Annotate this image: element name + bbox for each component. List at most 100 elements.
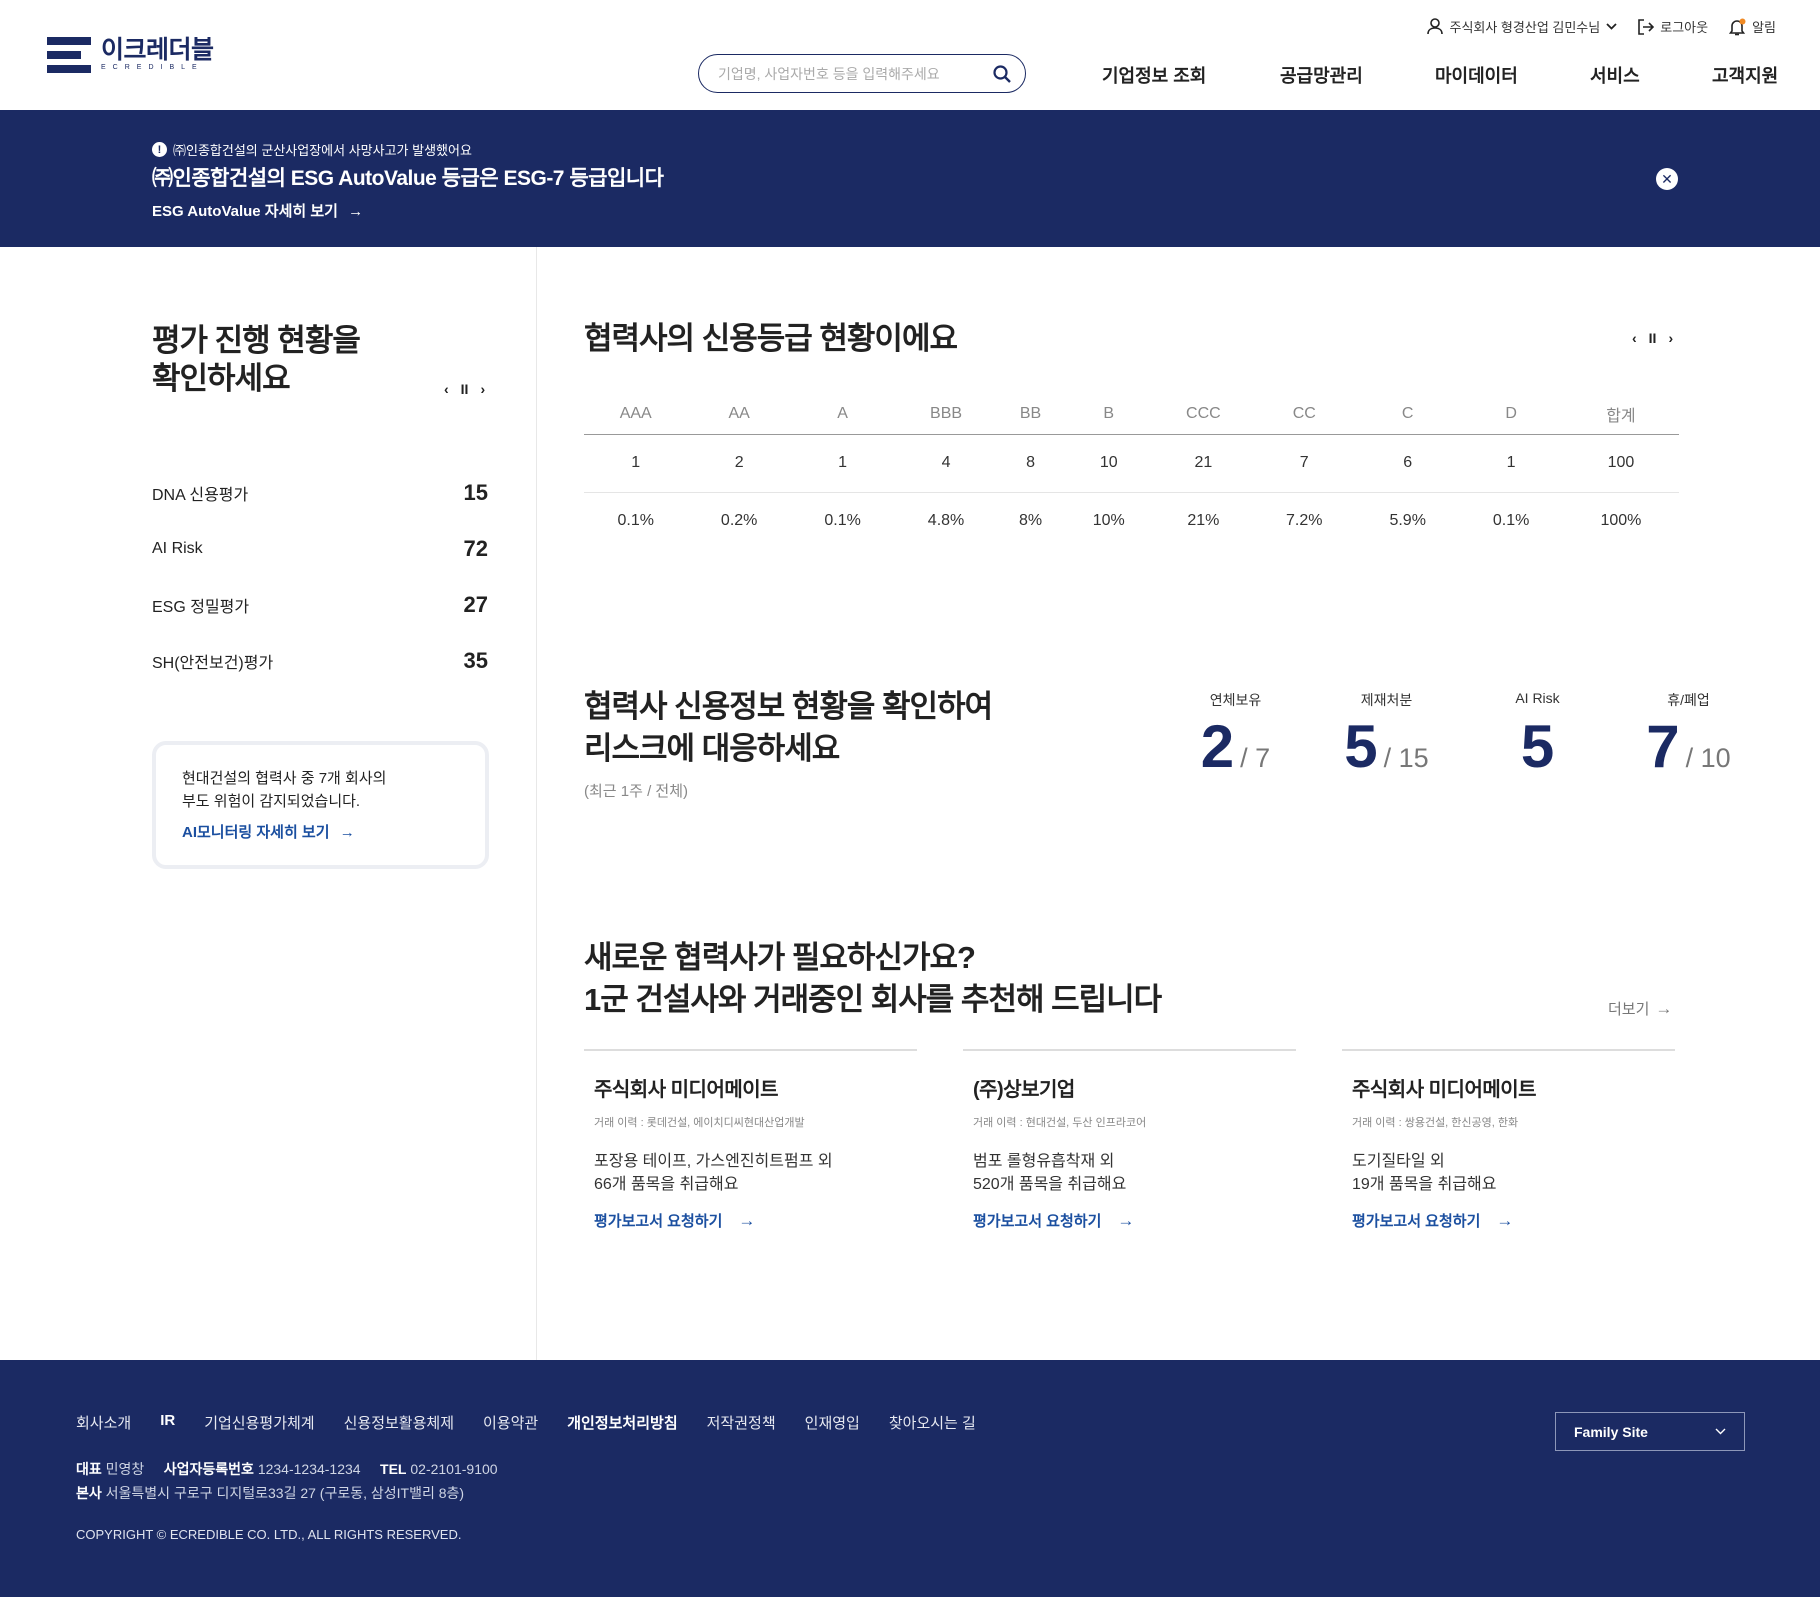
logout-button[interactable]: 로그아웃 (1637, 17, 1708, 36)
evaluation-title-line1: 평가 진행 현황을 (152, 323, 361, 358)
nav-mydata[interactable]: 마이데이터 (1435, 62, 1590, 88)
bizno-value: 1234-1234-1234 (257, 1461, 361, 1477)
recommend-title-line2: 1군 건설사와 거래중인 회사를 추천해 드립니다 (584, 982, 1162, 1017)
arrow-right-icon: → (1496, 1210, 1514, 1230)
grade-ratio-cell: 10% (1092, 512, 1125, 530)
logo-subtext: ECREDIBLE (101, 64, 204, 71)
tel-value: 02-2101-9100 (410, 1461, 498, 1477)
address-label: 본사 (76, 1485, 102, 1501)
chevron-right-icon[interactable]: › (1668, 330, 1673, 346)
nav-supply-chain[interactable]: 공급망관리 (1280, 62, 1435, 88)
grades-pager: ‹ II › (1632, 330, 1673, 346)
footer-link-rating-system[interactable]: 기업신용평가체계 (204, 1412, 314, 1433)
evaluation-status-title: 평가 진행 현황을 확인하세요 (152, 322, 361, 398)
banner-more-link[interactable]: ESG AutoValue 자세히 보기 → (152, 200, 363, 221)
grade-count-cell: 10 (1063, 434, 1155, 493)
stat-label: 제재처분 (1360, 692, 1413, 708)
family-site-select[interactable]: Family Site (1555, 1412, 1745, 1451)
logout-icon (1638, 18, 1655, 35)
ai-monitoring-link[interactable]: AI모니터링 자세히 보기 → (182, 821, 459, 842)
evaluation-count: 27 (463, 592, 488, 617)
company-card[interactable]: 주식회사 미디어메이트 거래 이력 : 롯데건설, 에이치디씨현대산업개발 포장… (584, 1049, 917, 1231)
grade-header-cell: BB (997, 394, 1064, 435)
stat-sanction[interactable]: 제재처분 5/ 15 (1311, 690, 1462, 780)
company-name: 주식회사 미디어메이트 (1352, 1079, 1537, 1101)
grade-ratio-cell: 5.9% (1389, 512, 1426, 530)
stat-label: 휴/폐업 (1667, 692, 1710, 708)
grades-title: 협력사의 신용등급 현황이에요 (584, 321, 958, 356)
search-input[interactable] (718, 65, 993, 82)
search-icon[interactable] (993, 64, 1011, 83)
stat-overdue[interactable]: 연체보유 2/ 7 (1160, 690, 1311, 780)
close-icon[interactable]: ✕ (1656, 168, 1678, 190)
footer-link-recruit[interactable]: 인재영입 (805, 1412, 860, 1433)
evaluation-count: 35 (463, 648, 488, 673)
list-item[interactable]: ESG 정밀평가 27 (152, 577, 488, 633)
more-link[interactable]: 더보기 → (1608, 998, 1672, 1019)
logout-label: 로그아웃 (1660, 20, 1709, 35)
nav-company-info[interactable]: 기업정보 조회 (1102, 62, 1280, 88)
grade-header-cell: BBB (894, 394, 998, 435)
grade-count-cell: 21 (1154, 434, 1253, 493)
footer-link-directions[interactable]: 찾아오시는 길 (889, 1412, 976, 1433)
company-card[interactable]: 주식회사 미디어메이트 거래 이력 : 쌍용건설, 한신공영, 한화 도기질타일… (1342, 1049, 1675, 1231)
bizno-label: 사업자등록번호 (163, 1461, 254, 1477)
stat-value: 7 (1646, 713, 1680, 780)
request-report-link[interactable]: 평가보고서 요청하기 → (1352, 1210, 1665, 1231)
request-report-link[interactable]: 평가보고서 요청하기 → (973, 1210, 1286, 1231)
evaluation-list: DNA 신용평가 15 AI Risk 72 ESG 정밀평가 27 SH(안전… (152, 465, 488, 689)
chevron-left-icon[interactable]: ‹ (1632, 330, 1637, 346)
alert-text-line2: 부도 위험이 감지되었습니다. (182, 793, 361, 810)
banner-notice: ! ㈜인종합건설의 군산사업장에서 사망사고가 발생했어요 (152, 140, 472, 159)
list-item[interactable]: DNA 신용평가 15 (152, 465, 488, 521)
grade-ratio-cell: 0.1% (1492, 512, 1530, 530)
trade-history: 거래 이력 : 롯데건설, 에이치디씨현대산업개발 (594, 1117, 805, 1129)
footer-link-about[interactable]: 회사소개 (76, 1412, 131, 1433)
stat-total: / 15 (1383, 743, 1429, 773)
footer-link-credit-info-use[interactable]: 신용정보활용체제 (344, 1412, 454, 1433)
nav-service[interactable]: 서비스 (1590, 62, 1712, 88)
footer: 회사소개 IR 기업신용평가체계 신용정보활용체제 이용약관 개인정보처리방침 … (0, 1360, 1820, 1597)
address-value: 서울특별시 구로구 디지털로33길 27 (구로동, 삼성IT밸리 8층) (105, 1485, 465, 1501)
evaluation-count: 72 (463, 536, 488, 561)
stat-closure[interactable]: 휴/폐업 7/ 10 (1613, 690, 1764, 780)
list-item[interactable]: SH(안전보건)평가 35 (152, 633, 488, 689)
list-item[interactable]: AI Risk 72 (152, 521, 488, 577)
ai-monitoring-link-label: AI모니터링 자세히 보기 (182, 824, 330, 841)
nav-support[interactable]: 고객지원 (1712, 62, 1778, 88)
footer-link-ir[interactable]: IR (160, 1412, 175, 1433)
credit-info-subtitle: (최근 1주 / 전체) (584, 783, 689, 800)
stat-ai-risk[interactable]: AI Risk 5 (1462, 690, 1613, 780)
chevron-right-icon[interactable]: › (480, 381, 485, 397)
pause-icon[interactable]: II (461, 381, 469, 397)
pause-icon[interactable]: II (1649, 330, 1657, 346)
company-card[interactable]: (주)상보기업 거래 이력 : 현대건설, 두산 인프라코어 범포 롤형유흡착재… (963, 1049, 1296, 1231)
company-name: (주)상보기업 (973, 1079, 1075, 1101)
request-report-label: 평가보고서 요청하기 (594, 1213, 723, 1230)
info-icon: ! (152, 142, 167, 157)
trade-history: 거래 이력 : 현대건설, 두산 인프라코어 (973, 1117, 1147, 1129)
grade-ratio-cell: 4.8% (927, 512, 965, 530)
alarm-button[interactable]: 알림 (1728, 17, 1776, 36)
footer-link-terms[interactable]: 이용약관 (483, 1412, 538, 1433)
grade-ratio-cell: 8% (1018, 512, 1043, 530)
request-report-link[interactable]: 평가보고서 요청하기 → (594, 1210, 907, 1231)
chevron-down-icon (1715, 1428, 1726, 1435)
chevron-left-icon[interactable]: ‹ (444, 381, 449, 397)
logo[interactable]: 이크레더블 ECREDIBLE (47, 37, 214, 73)
arrow-right-icon: → (339, 824, 355, 841)
header: 이크레더블 ECREDIBLE 주식회사 형경산업 김민수님 로그아웃 알림 기… (0, 0, 1820, 110)
alarm-label: 알림 (1752, 20, 1776, 35)
stat-value: 5 (1520, 713, 1555, 780)
footer-link-copyright[interactable]: 저작권정책 (707, 1412, 776, 1433)
grade-count-cell: 1 (1459, 434, 1563, 493)
grade-header-cell: AA (687, 394, 791, 435)
footer-link-privacy[interactable]: 개인정보처리방침 (567, 1412, 677, 1433)
arrow-right-icon: → (738, 1210, 756, 1230)
utility-menu: 주식회사 형경산업 김민수님 로그아웃 알림 (1427, 17, 1776, 36)
user-menu[interactable]: 주식회사 형경산업 김민수님 (1427, 17, 1617, 36)
grade-count-cell: 2 (687, 434, 791, 493)
user-icon (1427, 18, 1444, 35)
ceo-label: 대표 (76, 1461, 102, 1477)
company-desc-line1: 포장용 테이프, 가스엔진히트펌프 외 (594, 1153, 833, 1170)
